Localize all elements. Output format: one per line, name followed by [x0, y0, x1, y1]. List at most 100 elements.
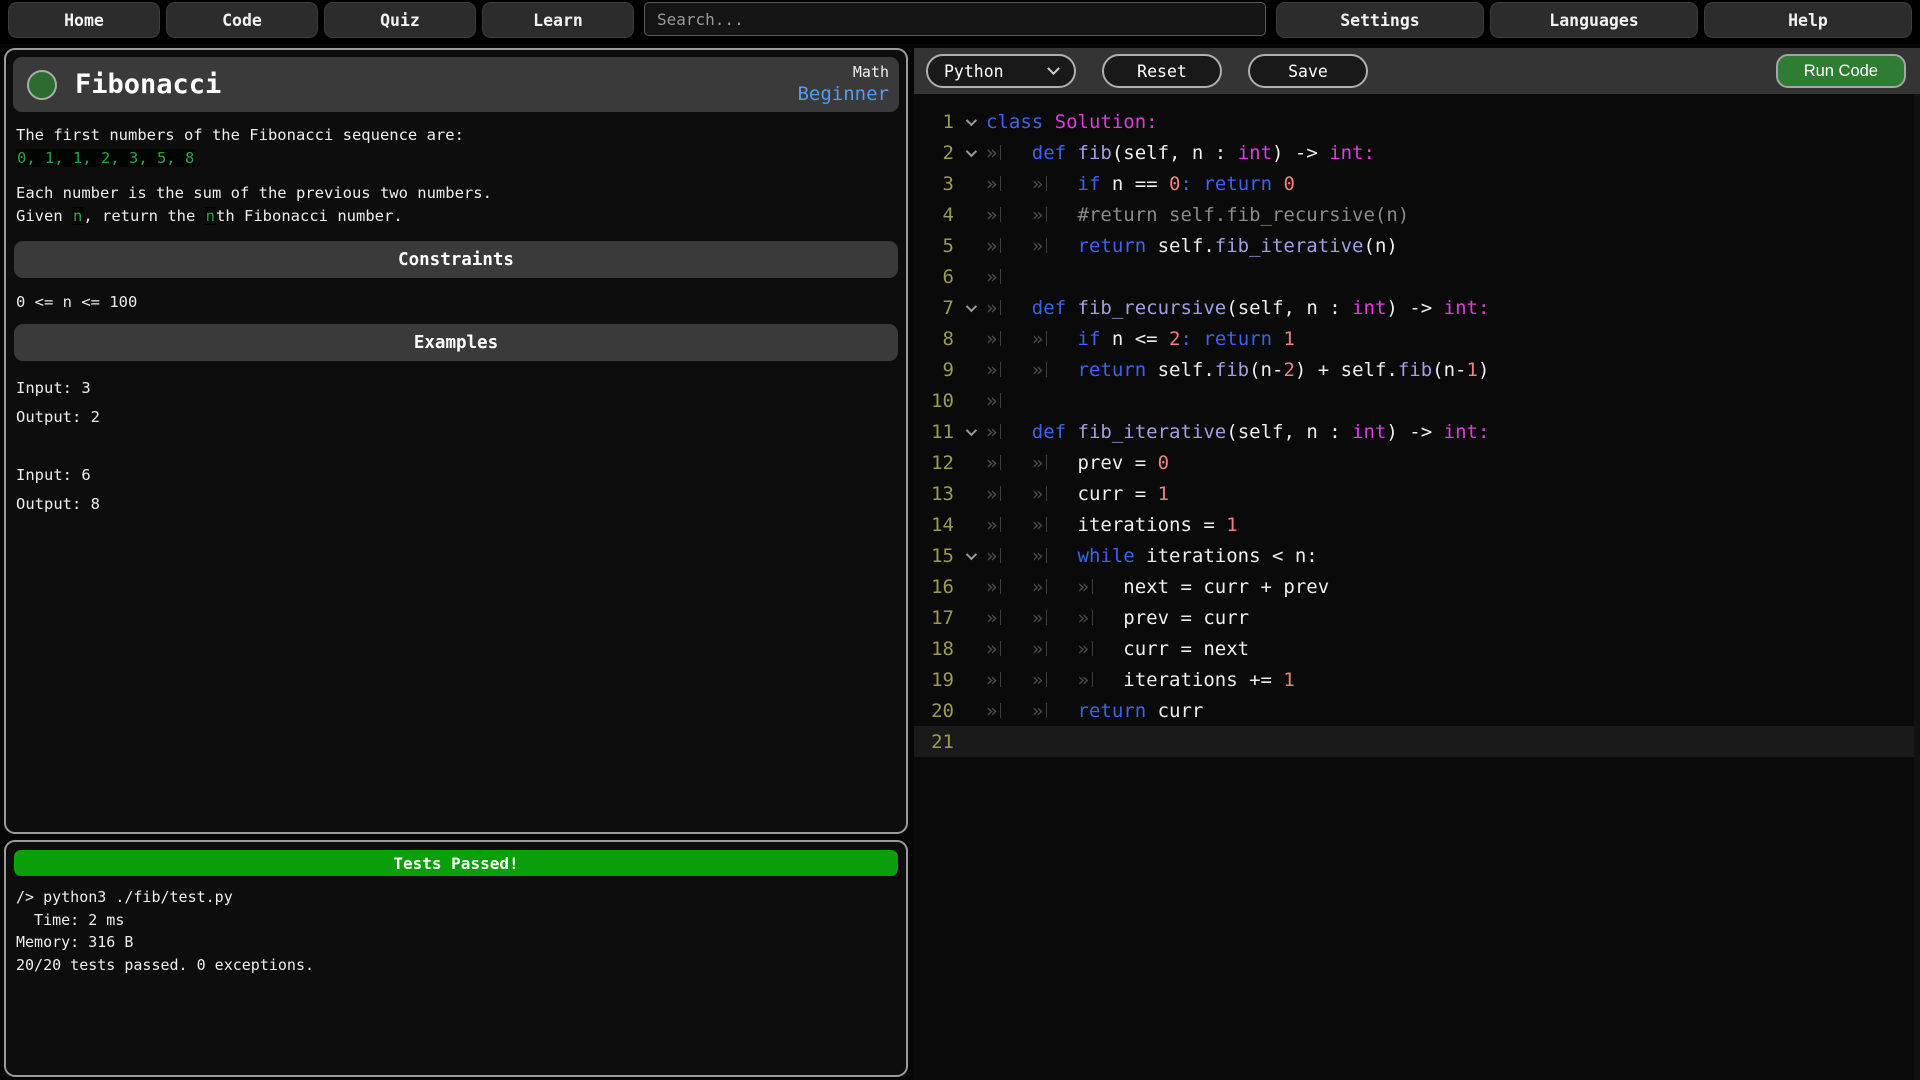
fold-chevron-icon[interactable]: [954, 149, 986, 157]
code-line[interactable]: 12»»prev = 0: [914, 447, 1920, 478]
nav-tab-learn[interactable]: Learn: [482, 2, 634, 38]
whitespace-marker-icon: »: [1032, 576, 1078, 598]
line-number: 19: [914, 669, 954, 691]
fold-chevron-icon[interactable]: [954, 428, 986, 436]
code-line[interactable]: 18»»»curr = next: [914, 633, 1920, 664]
whitespace-marker-icon: »: [986, 266, 1032, 288]
code-line[interactable]: 15 »»while iterations < n:: [914, 540, 1920, 571]
fold-chevron-icon[interactable]: [954, 118, 986, 126]
example-output: Output: 8: [16, 495, 100, 513]
editor-scrollbar[interactable]: [1914, 94, 1920, 1080]
whitespace-marker-icon: »: [986, 173, 1032, 195]
code-line[interactable]: 20»»return curr: [914, 695, 1920, 726]
whitespace-marker-icon: »: [986, 483, 1032, 505]
line-number: 2: [914, 142, 954, 164]
code-line[interactable]: 21: [914, 726, 1920, 757]
code-text: »»curr = 1: [986, 483, 1169, 505]
line-number: 11: [914, 421, 954, 443]
example-1: Input: 3Output: 2: [16, 374, 896, 432]
line-number: 14: [914, 514, 954, 536]
fold-chevron-icon[interactable]: [954, 552, 986, 560]
nav-tab-settings[interactable]: Settings: [1276, 2, 1484, 38]
code-line[interactable]: 9 »»return self.fib(n-2) + self.fib(n-1): [914, 354, 1920, 385]
whitespace-marker-icon: »: [1078, 576, 1124, 598]
whitespace-marker-icon: »: [1032, 545, 1078, 567]
code-line[interactable]: 10»: [914, 385, 1920, 416]
problem-difficulty[interactable]: Beginner: [797, 82, 889, 106]
code-line[interactable]: 7 »def fib_recursive(self, n : int) -> in…: [914, 292, 1920, 323]
code-line[interactable]: 3»»if n == 0: return 0: [914, 168, 1920, 199]
problem-meta: Math Beginner: [797, 63, 889, 106]
problem-description: The first numbers of the Fibonacci seque…: [16, 124, 896, 170]
problem-title: Fibonacci: [75, 69, 221, 100]
whitespace-marker-icon: »: [986, 700, 1032, 722]
whitespace-marker-icon: »: [1032, 235, 1078, 257]
top-nav: Home Code Quiz Learn Settings Languages …: [0, 0, 1920, 44]
code-line[interactable]: 19»»»iterations += 1: [914, 664, 1920, 695]
line-number: 6: [914, 266, 954, 288]
given-text: th Fibonacci number.: [216, 207, 403, 225]
example-2: Input: 6 Output: 8: [16, 461, 896, 519]
line-number: 15: [914, 545, 954, 567]
code-line[interactable]: 11 »def fib_iterative(self, n : int) -> i…: [914, 416, 1920, 447]
line-number: 12: [914, 452, 954, 474]
code-line[interactable]: 13»»curr = 1: [914, 478, 1920, 509]
tests-passed-banner: Tests Passed!: [14, 850, 898, 876]
code-text: »»iterations = 1: [986, 514, 1238, 536]
nav-tab-languages[interactable]: Languages: [1490, 2, 1698, 38]
run-code-button[interactable]: Run Code: [1776, 54, 1906, 88]
test-output-command: /> python3 ./fib/test.py: [16, 886, 896, 909]
description-body: Each number is the sum of the previous t…: [16, 184, 492, 202]
code-text: »»return self.fib(n-2) + self.fib(n-1): [986, 359, 1489, 381]
whitespace-marker-icon: »: [1032, 514, 1078, 536]
code-text: »def fib_recursive(self, n : int) -> int…: [986, 297, 1489, 319]
code-line[interactable]: 16»»»next = curr + prev: [914, 571, 1920, 602]
code-line[interactable]: 17»»»prev = curr: [914, 602, 1920, 633]
line-number: 3: [914, 173, 954, 195]
whitespace-marker-icon: »: [986, 421, 1032, 443]
code-text: »»while iterations < n:: [986, 545, 1318, 567]
line-number: 8: [914, 328, 954, 350]
status-circle-icon: [27, 70, 57, 100]
code-text: »»if n <= 2: return 1: [986, 328, 1295, 350]
whitespace-marker-icon: »: [986, 452, 1032, 474]
code-line[interactable]: 1class Solution:: [914, 106, 1920, 137]
line-number: 7: [914, 297, 954, 319]
fold-chevron-icon[interactable]: [954, 304, 986, 312]
nav-tab-quiz[interactable]: Quiz: [324, 2, 476, 38]
code-line[interactable]: 5»»return self.fib_iterative(n): [914, 230, 1920, 261]
whitespace-marker-icon: »: [1032, 204, 1078, 226]
example-output: Output: 2: [16, 408, 100, 426]
given-n-code: n: [205, 207, 216, 225]
whitespace-marker-icon: »: [1032, 173, 1078, 195]
whitespace-marker-icon: »: [986, 390, 1032, 412]
example-input: Input: 6: [16, 466, 91, 484]
nav-tab-code[interactable]: Code: [166, 2, 318, 38]
problem-panel: Fibonacci Math Beginner The first number…: [4, 48, 908, 834]
nav-tab-help[interactable]: Help: [1704, 2, 1912, 38]
line-number: 1: [914, 111, 954, 133]
tests-panel: Tests Passed! /> python3 ./fib/test.py T…: [4, 840, 908, 1077]
language-select-value: Python: [944, 62, 1004, 81]
code-line[interactable]: 2 »def fib(self, n : int) -> int:: [914, 137, 1920, 168]
reset-button[interactable]: Reset: [1102, 54, 1222, 88]
whitespace-marker-icon: »: [1078, 638, 1124, 660]
code-line[interactable]: 4»»#return self.fib_recursive(n): [914, 199, 1920, 230]
code-line[interactable]: 6»: [914, 261, 1920, 292]
code-editor[interactable]: 1class Solution: 2 »def fib(self, n : int)…: [914, 94, 1920, 1080]
problem-header: Fibonacci Math Beginner: [13, 57, 899, 112]
whitespace-marker-icon: »: [986, 204, 1032, 226]
search-input[interactable]: [644, 2, 1266, 36]
language-select[interactable]: Python: [926, 54, 1076, 88]
code-text: »def fib_iterative(self, n : int) -> int…: [986, 421, 1489, 443]
code-line[interactable]: 14 »»iterations = 1: [914, 509, 1920, 540]
code-text: »def fib(self, n : int) -> int:: [986, 142, 1375, 164]
whitespace-marker-icon: »: [986, 607, 1032, 629]
problem-description-2: Each number is the sum of the previous t…: [16, 182, 896, 228]
line-number: 9: [914, 359, 954, 381]
whitespace-marker-icon: »: [1078, 607, 1124, 629]
nav-tab-home[interactable]: Home: [8, 2, 160, 38]
save-button[interactable]: Save: [1248, 54, 1368, 88]
code-line[interactable]: 8 »»if n <= 2: return 1: [914, 323, 1920, 354]
constraint-text: 0 <= n <= 100: [16, 293, 896, 311]
